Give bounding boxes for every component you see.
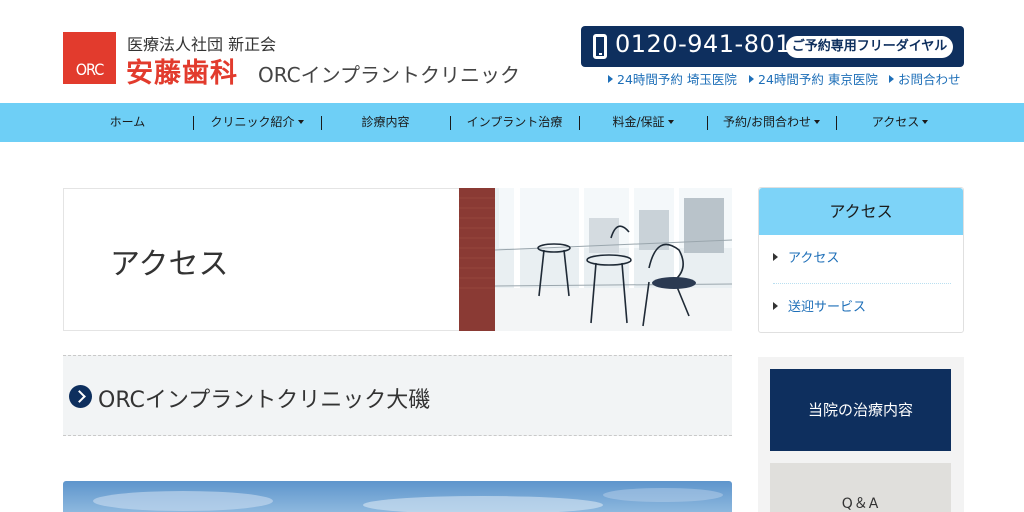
hero-cafe-terrace-image (459, 188, 732, 331)
section-header: ORCインプラントクリニック大磯 (63, 355, 732, 436)
clinic-name-en[interactable]: ORCインプラントクリニック (258, 59, 520, 88)
caret-down-icon (814, 120, 821, 124)
caret-down-icon (667, 120, 674, 124)
site-header: ORC 医療法人社団 新正会 安藤歯科 ORCインプラントクリニック 0120-… (0, 0, 1024, 103)
header-sublinks: 24時間予約 埼玉医院 24時間予約 東京医院 お問合わせ (604, 69, 974, 88)
sidebar-banners: 当院の治療内容 Q＆A (758, 357, 964, 512)
nav-item-pricing[interactable]: 料金/保証 (579, 103, 707, 142)
main-nav: ホーム クリニック紹介 診療内容 インプラント治療 料金/保証 予約/お問合わせ… (0, 103, 1024, 142)
page-title: アクセス (110, 247, 229, 282)
sidebar-heading: アクセス (759, 188, 963, 235)
banner-qa[interactable]: Q＆A (770, 463, 951, 512)
sublink-saitama-reservation[interactable]: 24時間予約 埼玉医院 (608, 69, 737, 88)
triangle-right-icon (773, 302, 778, 310)
sidebar-access-menu: アクセス アクセス 送迎サービス (758, 187, 964, 333)
sky-photo (63, 481, 732, 512)
phone-banner[interactable]: 0120-941-801 ご予約専用フリーダイヤル (581, 26, 964, 67)
phone-number[interactable]: 0120-941-801 (615, 30, 791, 58)
nav-item-implant[interactable]: インプラント治療 (450, 103, 579, 142)
sky-clouds-illustration (93, 488, 723, 512)
nav-item-home[interactable]: ホーム (60, 103, 195, 142)
caret-down-icon (297, 120, 304, 124)
chevron-circle-right-icon (69, 385, 92, 408)
triangle-right-icon (889, 75, 894, 83)
nav-item-treatment[interactable]: 診療内容 (321, 103, 450, 142)
sublink-contact[interactable]: お問合わせ (889, 69, 961, 88)
clinic-name-jp[interactable]: 安藤歯科 (126, 51, 238, 90)
phone-icon (593, 34, 607, 59)
caret-down-icon (922, 120, 929, 124)
banner-treatment[interactable]: 当院の治療内容 (770, 369, 951, 451)
nav-item-reservation[interactable]: 予約/お問合わせ (707, 103, 836, 142)
sublink-tokyo-reservation[interactable]: 24時間予約 東京医院 (749, 69, 878, 88)
clinic-logo[interactable]: ORC (63, 32, 116, 84)
nav-item-clinic[interactable]: クリニック紹介 (193, 103, 321, 142)
logo-text: ORC (75, 60, 105, 79)
phone-label: ご予約専用フリーダイヤル (786, 36, 953, 58)
section-title: ORCインプラントクリニック大磯 (98, 388, 431, 413)
sidebar-link-access[interactable]: アクセス (773, 235, 951, 283)
hero-cafe-terrace-illustration (459, 188, 732, 331)
nav-item-access[interactable]: アクセス (836, 103, 964, 142)
triangle-right-icon (608, 75, 613, 83)
sidebar-link-shuttle[interactable]: 送迎サービス (773, 284, 951, 332)
triangle-right-icon (749, 75, 754, 83)
triangle-right-icon (773, 253, 778, 261)
